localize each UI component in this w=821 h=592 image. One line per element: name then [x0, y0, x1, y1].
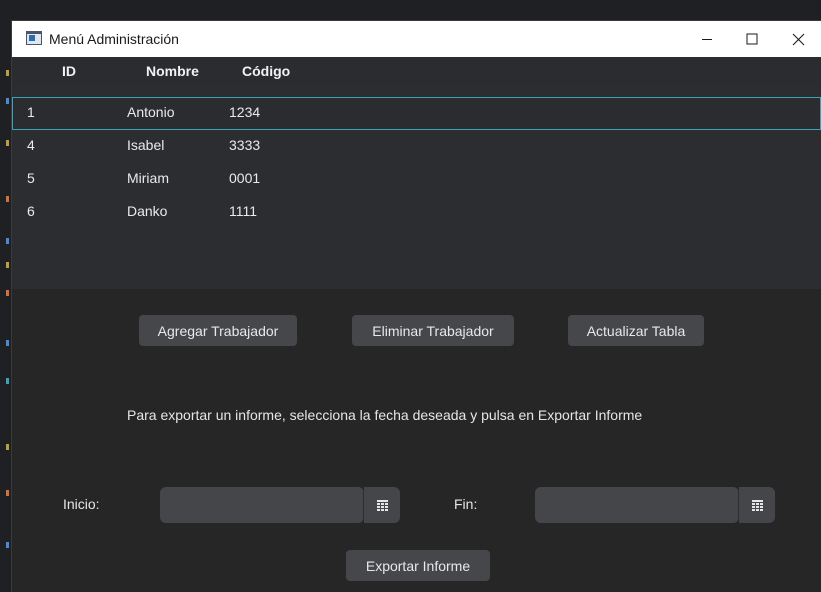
start-date-label: Inicio:	[63, 496, 100, 512]
refresh-table-button[interactable]: Actualizar Tabla	[568, 315, 704, 346]
add-worker-button[interactable]: Agregar Trabajador	[139, 315, 297, 346]
table-header: ID Nombre Código	[12, 57, 821, 86]
table-row[interactable]: 4 Isabel 3333	[12, 130, 821, 163]
title-bar[interactable]: Menú Administración	[12, 21, 821, 57]
calendar-icon	[751, 499, 763, 511]
cell-codigo: 3333	[229, 137, 261, 153]
maximize-button[interactable]	[729, 21, 775, 57]
export-instructions: Para exportar un informe, selecciona la …	[127, 407, 643, 423]
start-date-picker[interactable]	[160, 487, 400, 523]
background-window-edge	[12, 0, 821, 21]
table-row[interactable]: 6 Danko 1111	[12, 196, 821, 229]
start-date-calendar-button[interactable]	[364, 487, 400, 523]
calendar-icon	[376, 499, 388, 511]
cell-codigo: 0001	[229, 170, 261, 186]
close-icon	[792, 33, 804, 45]
cell-codigo: 1234	[229, 104, 261, 120]
background-code-editor	[0, 0, 12, 592]
cell-nombre: Antonio	[127, 104, 175, 120]
cell-id: 4	[27, 137, 35, 153]
column-header-id[interactable]: ID	[62, 57, 76, 86]
cell-codigo: 1111	[229, 203, 258, 219]
export-report-button[interactable]: Exportar Informe	[346, 550, 490, 581]
minimize-button[interactable]	[684, 21, 730, 57]
end-date-calendar-button[interactable]	[739, 487, 775, 523]
end-date-label: Fin:	[454, 496, 478, 512]
column-header-codigo[interactable]: Código	[242, 57, 290, 86]
end-date-picker[interactable]	[535, 487, 775, 523]
close-button[interactable]	[775, 21, 821, 57]
minimize-icon	[702, 39, 712, 40]
maximize-icon	[746, 33, 758, 45]
cell-nombre: Isabel	[127, 137, 165, 153]
cell-id: 6	[27, 203, 35, 219]
admin-window: Menú Administración ID Nombre Código 1 A…	[12, 21, 821, 592]
remove-worker-button[interactable]: Eliminar Trabajador	[352, 315, 514, 346]
cell-nombre: Miriam	[127, 170, 169, 186]
column-header-nombre[interactable]: Nombre	[146, 57, 199, 86]
cell-id: 5	[27, 170, 35, 186]
table-row[interactable]: 1 Antonio 1234	[12, 97, 821, 130]
workers-table[interactable]: ID Nombre Código 1 Antonio 1234 4 Isabel…	[12, 57, 821, 289]
cell-nombre: Danko	[127, 203, 168, 219]
cell-id: 1	[27, 104, 35, 120]
app-window-icon	[26, 31, 42, 45]
start-date-input[interactable]	[160, 487, 364, 523]
window-title: Menú Administración	[49, 31, 179, 47]
end-date-input[interactable]	[535, 487, 739, 523]
table-row[interactable]: 5 Miriam 0001	[12, 163, 821, 196]
